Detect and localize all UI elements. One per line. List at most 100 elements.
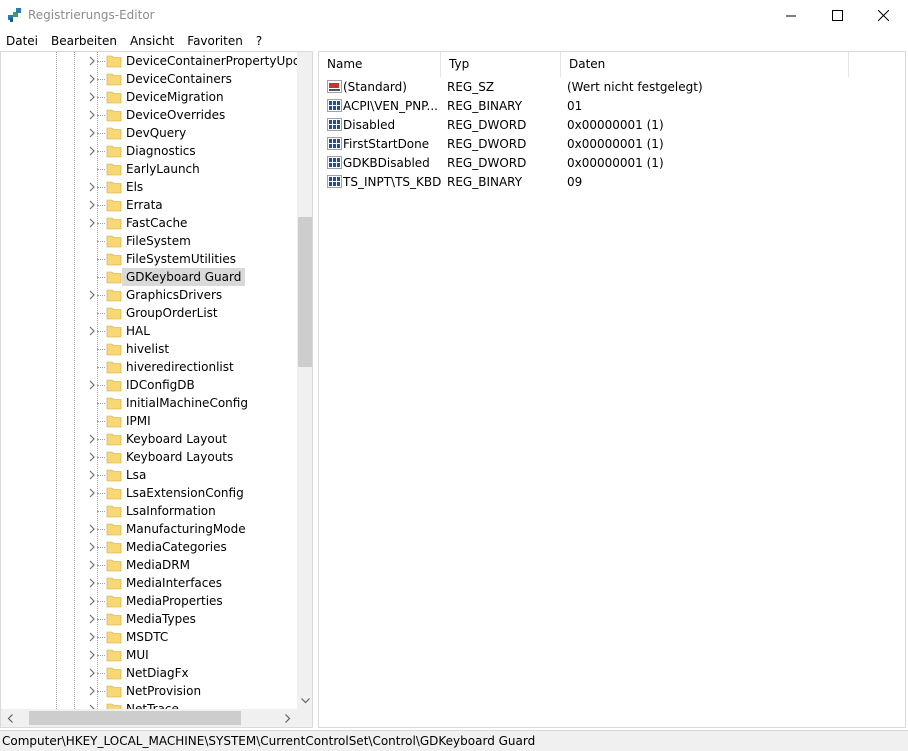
expand-chevron-icon[interactable] — [88, 614, 97, 624]
tree-item[interactable]: FileSystem — [1, 232, 297, 250]
expand-chevron-icon[interactable] — [88, 650, 97, 660]
tree-item[interactable]: NetTrace — [1, 700, 297, 709]
tree-item[interactable]: DeviceOverrides — [1, 106, 297, 124]
expand-chevron-icon[interactable] — [88, 200, 97, 210]
column-header-name[interactable]: Name — [319, 52, 441, 77]
tree-item[interactable]: EarlyLaunch — [1, 160, 297, 178]
tree-item[interactable]: NetProvision — [1, 682, 297, 700]
tree-item[interactable]: InitialMachineConfig — [1, 394, 297, 412]
expand-chevron-icon[interactable] — [88, 524, 97, 534]
menu-help[interactable]: ? — [250, 31, 269, 51]
folder-icon — [106, 307, 122, 320]
value-row[interactable]: (Standard) REG_SZ (Wert nicht festgelegt) — [319, 78, 905, 97]
expand-chevron-icon[interactable] — [88, 578, 97, 588]
tree-item[interactable]: Errata — [1, 196, 297, 214]
value-row[interactable]: Disabled REG_DWORD 0x00000001 (1) — [319, 116, 905, 135]
tree-item[interactable]: GDKeyboard Guard — [1, 268, 297, 286]
key-tree-pane[interactable]: DeviceContainerPropertyUpdate DeviceConta… — [0, 51, 313, 728]
tree-item-label: GraphicsDrivers — [126, 288, 223, 302]
tree-item[interactable]: NetDiagFx — [1, 664, 297, 682]
tree-item[interactable]: Diagnostics — [1, 142, 297, 160]
folder-icon — [106, 361, 122, 374]
expand-chevron-icon[interactable] — [88, 632, 97, 642]
folder-icon — [106, 685, 122, 698]
tree-item[interactable]: Keyboard Layout — [1, 430, 297, 448]
tree-item[interactable]: DevQuery — [1, 124, 297, 142]
tree-vertical-scrollbar[interactable] — [297, 52, 312, 709]
expand-chevron-icon[interactable] — [88, 326, 97, 336]
tree-item[interactable]: LsaExtensionConfig — [1, 484, 297, 502]
expand-chevron-icon[interactable] — [88, 74, 97, 84]
tree-connector — [97, 673, 105, 674]
tree-item[interactable]: MediaInterfaces — [1, 574, 297, 592]
tree-item[interactable]: hivelist — [1, 340, 297, 358]
expand-chevron-icon[interactable] — [88, 56, 97, 66]
tree-item[interactable]: IDConfigDB — [1, 376, 297, 394]
maximize-button[interactable] — [814, 0, 860, 31]
value-row[interactable]: FirstStartDone REG_DWORD 0x00000001 (1) — [319, 135, 905, 154]
tree-item[interactable]: hiveredirectionlist — [1, 358, 297, 376]
tree-item[interactable]: MSDTC — [1, 628, 297, 646]
value-type-cell: REG_SZ — [447, 80, 495, 94]
tree-item[interactable]: IPMI — [1, 412, 297, 430]
close-button[interactable] — [860, 0, 906, 31]
tree-item[interactable]: MediaProperties — [1, 592, 297, 610]
registry-editor-icon — [8, 8, 21, 22]
menu-bearbeiten[interactable]: Bearbeiten — [45, 31, 124, 51]
tree-item[interactable]: MediaDRM — [1, 556, 297, 574]
expand-chevron-icon[interactable] — [88, 542, 97, 552]
expand-chevron-icon[interactable] — [88, 92, 97, 102]
expand-chevron-icon[interactable] — [88, 686, 97, 696]
tree-item[interactable]: HAL — [1, 322, 297, 340]
scroll-down-button[interactable] — [297, 693, 312, 709]
expand-chevron-icon[interactable] — [88, 488, 97, 498]
expand-chevron-icon[interactable] — [88, 128, 97, 138]
tree-item[interactable]: FileSystemUtilities — [1, 250, 297, 268]
menu-favoriten[interactable]: Favoriten — [181, 31, 250, 51]
menu-ansicht[interactable]: Ansicht — [124, 31, 181, 51]
tree-item[interactable]: DeviceMigration — [1, 88, 297, 106]
values-list-pane[interactable]: Name Typ Daten (Standard) REG_SZ (Wert nic… — [318, 51, 906, 728]
minimize-button[interactable] — [768, 0, 814, 31]
expand-chevron-icon[interactable] — [88, 470, 97, 480]
expand-chevron-icon[interactable] — [88, 452, 97, 462]
expand-chevron-icon[interactable] — [88, 290, 97, 300]
tree-item[interactable]: FastCache — [1, 214, 297, 232]
scroll-right-button[interactable] — [279, 709, 297, 727]
expand-chevron-icon[interactable] — [88, 380, 97, 390]
expand-chevron-icon[interactable] — [88, 146, 97, 156]
expand-chevron-icon[interactable] — [88, 182, 97, 192]
expand-chevron-icon[interactable] — [88, 218, 97, 228]
expand-chevron-icon[interactable] — [88, 110, 97, 120]
tree-horizontal-scroll-thumb[interactable] — [29, 711, 241, 725]
tree-item[interactable]: Lsa — [1, 466, 297, 484]
expand-chevron-icon[interactable] — [88, 434, 97, 444]
tree-item[interactable]: DeviceContainerPropertyUpdate — [1, 52, 297, 70]
tree-item[interactable]: LsaInformation — [1, 502, 297, 520]
tree-item[interactable]: GraphicsDrivers — [1, 286, 297, 304]
menu-datei[interactable]: Datei — [0, 31, 45, 51]
tree-item[interactable]: ManufacturingMode — [1, 520, 297, 538]
expand-chevron-icon[interactable] — [88, 668, 97, 678]
tree-item[interactable]: GroupOrderList — [1, 304, 297, 322]
tree-item[interactable]: MediaTypes — [1, 610, 297, 628]
expand-chevron-icon[interactable] — [88, 560, 97, 570]
column-header-data[interactable]: Daten — [561, 52, 849, 77]
tree-item[interactable]: MUI — [1, 646, 297, 664]
value-row[interactable]: ACPI\VEN_PNP... REG_BINARY 01 — [319, 97, 905, 116]
value-row[interactable]: GDKBDisabled REG_DWORD 0x00000001 (1) — [319, 154, 905, 173]
value-row[interactable]: TS_INPT\TS_KBD REG_BINARY 09 — [319, 173, 905, 192]
scroll-left-button[interactable] — [1, 709, 19, 727]
tree-connector — [97, 511, 105, 512]
value-name-cell: (Standard) — [343, 80, 407, 94]
column-header-type[interactable]: Typ — [441, 52, 561, 77]
tree-vertical-scroll-thumb[interactable] — [298, 217, 312, 367]
tree-connector — [97, 241, 105, 242]
tree-item[interactable]: DeviceContainers — [1, 70, 297, 88]
expand-chevron-icon[interactable] — [88, 596, 97, 606]
tree-horizontal-scrollbar[interactable] — [1, 709, 312, 727]
tree-item[interactable]: Keyboard Layouts — [1, 448, 297, 466]
value-type-cell: REG_BINARY — [447, 99, 523, 113]
tree-item[interactable]: MediaCategories — [1, 538, 297, 556]
tree-item[interactable]: Els — [1, 178, 297, 196]
